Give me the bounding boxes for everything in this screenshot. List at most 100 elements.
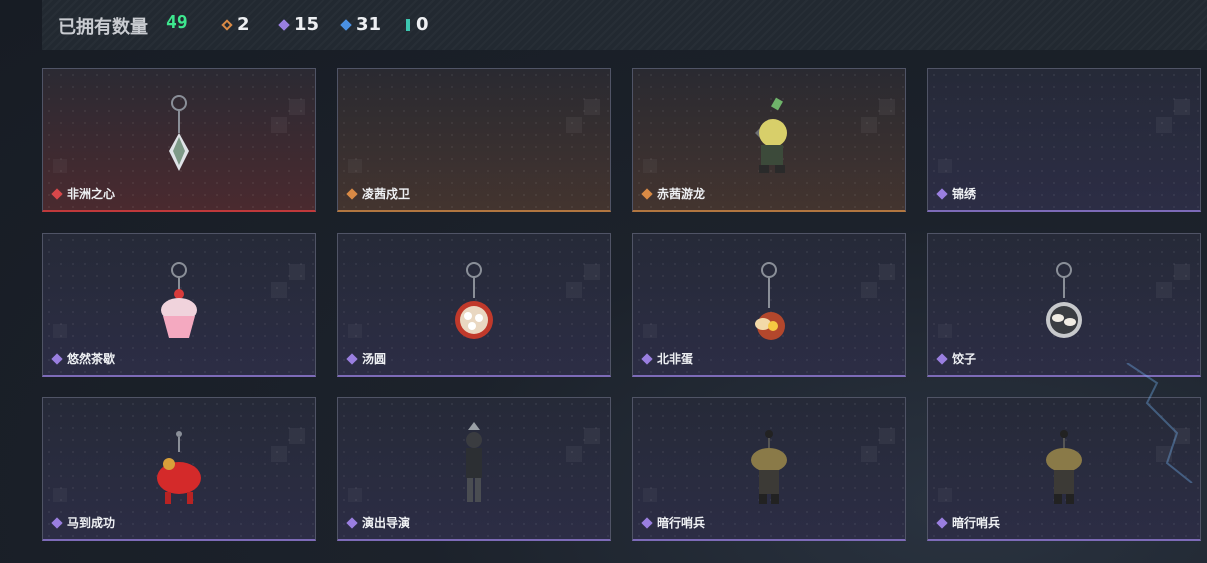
teal-gem-icon — [406, 18, 410, 31]
crystal-keychain-icon — [169, 95, 189, 171]
card-name: 悠然茶歇 — [67, 352, 116, 366]
collectible-card[interactable]: 锦绣 — [927, 68, 1201, 212]
purple-rarity-icon — [346, 352, 358, 365]
card-name-row: 暗行哨兵 — [641, 514, 706, 531]
card-decoration — [566, 446, 582, 462]
card-decoration — [584, 428, 600, 444]
lightning-decoration — [1126, 363, 1193, 483]
card-decoration — [643, 324, 657, 338]
purple-rarity-icon — [936, 187, 948, 200]
card-decoration — [584, 264, 600, 280]
card-name-row: 马到成功 — [51, 514, 115, 531]
card-name-row: 凌茜戍卫 — [346, 185, 410, 202]
card-name: 暗行哨兵 — [657, 516, 706, 530]
orange-rarity-icon — [641, 187, 653, 200]
red-rarity-icon — [51, 187, 63, 200]
card-decoration — [861, 282, 877, 298]
blue-gem-icon — [340, 18, 352, 31]
dragon-figure-icon — [755, 97, 787, 173]
stat-orange: 2 — [221, 14, 250, 35]
purple-rarity-icon — [51, 352, 63, 365]
card-decoration — [879, 99, 895, 115]
card-name: 暗行哨兵 — [952, 516, 1001, 530]
card-name: 北非蛋 — [657, 352, 694, 366]
purple-rarity-icon — [51, 516, 63, 529]
card-decoration — [348, 159, 362, 173]
collectible-card[interactable]: 暗行哨兵 — [632, 397, 906, 541]
card-decoration — [566, 282, 582, 298]
card-name: 锦绣 — [952, 187, 977, 201]
card-name-row: 暗行哨兵 — [936, 514, 1001, 531]
card-decoration — [938, 159, 952, 173]
card-name-row: 演出导演 — [346, 514, 411, 531]
card-decoration — [1174, 264, 1190, 280]
collectible-card[interactable]: 北非蛋 — [632, 233, 906, 377]
collectible-card[interactable]: 马到成功 — [42, 397, 316, 541]
stat-blue: 31 — [340, 14, 382, 35]
card-decoration — [1156, 117, 1172, 133]
card-name: 赤茜游龙 — [657, 187, 706, 201]
sentinel-figure-icon — [751, 430, 787, 504]
sentinel-figure-icon — [1046, 430, 1082, 504]
purple-rarity-icon — [641, 352, 653, 365]
card-decoration — [271, 446, 287, 462]
collectible-card[interactable]: 演出导演 — [337, 397, 611, 541]
card-decoration — [289, 428, 305, 444]
tangyuan-bowl-keychain-icon — [455, 262, 493, 339]
purple-rarity-icon — [641, 516, 653, 529]
card-name: 饺子 — [952, 352, 977, 366]
card-name-row: 汤圆 — [346, 350, 387, 367]
purple-gem-icon — [278, 18, 290, 31]
card-decoration — [271, 282, 287, 298]
card-decoration — [879, 428, 895, 444]
card-decoration — [289, 264, 305, 280]
card-name-row: 非洲之心 — [51, 185, 116, 202]
card-decoration — [861, 446, 877, 462]
card-decoration — [53, 159, 67, 173]
collectible-card[interactable]: 饺子 — [927, 233, 1201, 377]
stat-purple: 15 — [278, 14, 320, 35]
cupcake-keychain-icon — [161, 262, 197, 338]
card-name: 演出导演 — [362, 516, 411, 530]
card-decoration — [938, 324, 952, 338]
stat-value: 31 — [356, 14, 382, 35]
orange-gem-icon — [221, 18, 233, 31]
stat-value: 15 — [294, 14, 320, 35]
card-decoration — [271, 117, 287, 133]
card-decoration — [643, 488, 657, 502]
card-decoration — [53, 324, 67, 338]
card-decoration — [53, 488, 67, 502]
purple-rarity-icon — [936, 352, 948, 365]
collectible-card[interactable]: 凌茜戍卫 — [337, 68, 611, 212]
card-name-row: 饺子 — [936, 350, 977, 367]
card-name-row: 锦绣 — [936, 185, 977, 202]
card-name: 汤圆 — [362, 352, 387, 366]
owned-header: 已拥有数量 49 2 15 31 0 — [42, 0, 1207, 50]
collectible-card[interactable]: 汤圆 — [337, 233, 611, 377]
collectible-card[interactable]: 悠然茶歇 — [42, 233, 316, 377]
card-name-row: 悠然茶歇 — [51, 350, 116, 367]
card-name: 非洲之心 — [67, 187, 116, 201]
dumpling-plate-keychain-icon — [1046, 262, 1082, 338]
card-decoration — [879, 264, 895, 280]
card-decoration — [566, 117, 582, 133]
orange-rarity-icon — [346, 187, 358, 200]
director-figure-icon — [466, 422, 482, 502]
egg-dish-keychain-icon — [755, 262, 785, 340]
card-decoration — [348, 324, 362, 338]
collectible-card[interactable]: 非洲之心 — [42, 68, 316, 212]
card-decoration — [289, 99, 305, 115]
card-decoration — [643, 159, 657, 173]
purple-rarity-icon — [346, 516, 358, 529]
stat-value: 0 — [416, 14, 429, 35]
owned-label: 已拥有数量 — [58, 17, 148, 38]
red-horse-keychain-icon — [157, 431, 201, 504]
card-decoration — [1156, 282, 1172, 298]
owned-count: 49 — [166, 12, 188, 33]
card-name-row: 北非蛋 — [641, 350, 694, 367]
card-decoration — [348, 488, 362, 502]
stat-value: 2 — [237, 14, 250, 35]
card-decoration — [861, 117, 877, 133]
card-name-row: 赤茜游龙 — [641, 185, 706, 202]
collectible-card[interactable]: 赤茜游龙 — [632, 68, 906, 212]
